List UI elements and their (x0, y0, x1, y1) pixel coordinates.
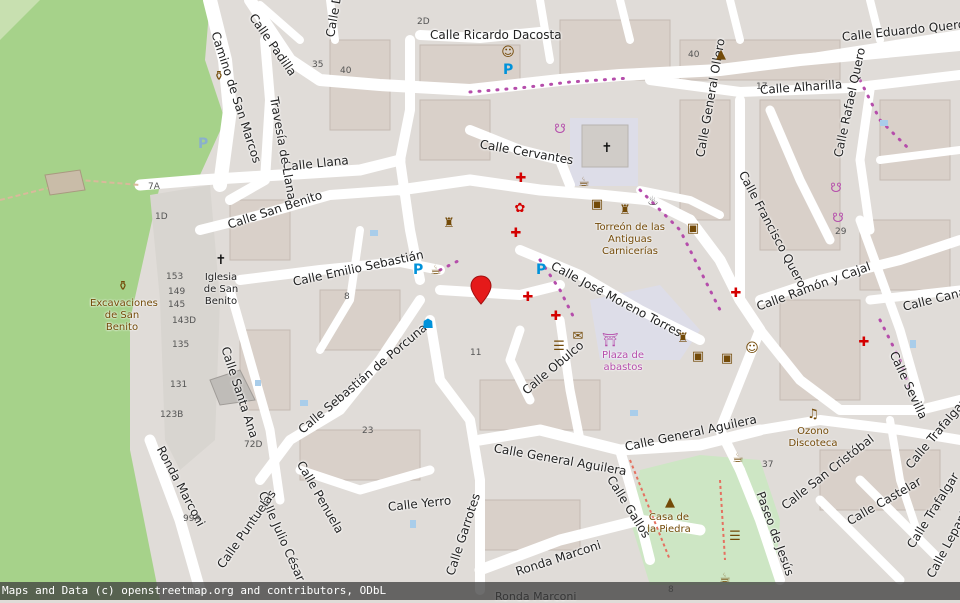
house-number: 135 (172, 340, 190, 350)
amphora-icon[interactable]: ⚱ (211, 68, 227, 84)
music-icon[interactable]: ♫ (805, 406, 821, 422)
house-number: 7A (148, 182, 160, 192)
castle-icon[interactable]: ♜ (675, 330, 691, 346)
shop-icon[interactable]: ☋ (828, 180, 844, 196)
house-number: 17 (756, 82, 768, 92)
pharmacy-icon[interactable]: ✚ (508, 225, 524, 241)
map-attribution: Maps and Data (c) openstreetmap.org and … (0, 582, 960, 600)
house-number: 37 (762, 460, 774, 470)
parking-icon[interactable]: P (198, 136, 208, 152)
theatre-icon[interactable]: ☺ (500, 44, 516, 60)
poi-torreon-label[interactable]: Torreón de las Antiguas Carnicerías (588, 222, 672, 258)
bank-icon[interactable]: ▣ (685, 220, 701, 236)
house-number: 131 (170, 380, 188, 390)
poi-ozono-label[interactable]: Ozono Discoteca (788, 426, 838, 450)
parking-icon[interactable]: P (536, 262, 546, 278)
house-number: 23 (362, 426, 374, 436)
pharmacy-icon[interactable]: ✚ (513, 170, 529, 186)
house-number: 99A (183, 514, 201, 524)
house-number: 72D (244, 440, 263, 450)
house-number: 123B (160, 410, 184, 420)
house-number: 143D (172, 316, 197, 326)
street-label-ricardo-dacosta: Calle Ricardo Dacosta (430, 28, 562, 42)
pharmacy-icon[interactable]: ✚ (520, 289, 536, 305)
castle-icon[interactable]: ♜ (441, 215, 457, 231)
pharmacy-icon[interactable]: ✚ (856, 334, 872, 350)
museum-icon[interactable]: ♨ (645, 193, 661, 209)
cafe-icon[interactable]: ☕ (576, 174, 592, 190)
poi-iglesia-label[interactable]: Iglesia de San Benito (200, 272, 242, 308)
library-icon[interactable]: ☰ (551, 338, 567, 354)
castle-icon[interactable]: ♜ (617, 202, 633, 218)
house-number: 149 (168, 287, 186, 297)
monument-icon[interactable]: ▲ (713, 46, 729, 62)
poi-plaza-abastos-label[interactable]: Plaza de abastos (600, 350, 646, 374)
house-number: 145 (168, 300, 186, 310)
parking-icon[interactable]: P (413, 262, 423, 278)
bank-icon[interactable]: ▣ (719, 350, 735, 366)
post-office-icon[interactable]: ✉ (570, 328, 586, 344)
shop-icon[interactable]: ☋ (830, 210, 846, 226)
market-icon[interactable]: ⛩ (602, 332, 619, 348)
parking-icon[interactable]: P (503, 62, 513, 78)
library-icon[interactable]: ☰ (727, 528, 743, 544)
location-marker-icon[interactable] (470, 275, 492, 305)
cafe-icon[interactable]: ☕ (730, 450, 746, 466)
veterinary-icon[interactable]: ✿ (512, 200, 528, 216)
house-number: 29 (835, 227, 847, 237)
house-number: 1D (155, 212, 168, 222)
police-icon[interactable]: ☗ (420, 316, 436, 332)
monument-icon[interactable]: ▲ (662, 494, 678, 510)
church-icon[interactable]: ✝ (213, 252, 229, 268)
shop-icon[interactable]: ☋ (552, 121, 568, 137)
house-number: 35 (312, 60, 324, 70)
house-number: 8 (344, 292, 350, 302)
pharmacy-icon[interactable]: ✚ (728, 285, 744, 301)
bank-icon[interactable]: ▣ (589, 196, 605, 212)
poi-casa-piedra-label[interactable]: Casa de la Piedra (645, 512, 693, 536)
church-icon[interactable]: ✝ (599, 140, 615, 156)
house-number: 40 (340, 66, 352, 76)
pharmacy-icon[interactable]: ✚ (548, 308, 564, 324)
amphora-icon[interactable]: ⚱ (115, 278, 131, 294)
theatre-icon[interactable]: ☺ (744, 340, 760, 356)
cafe-icon[interactable]: ☕ (428, 262, 444, 278)
house-number: 153 (166, 272, 184, 282)
bank-icon[interactable]: ▣ (690, 348, 706, 364)
poi-excavaciones-label[interactable]: Excavaciones de San Benito (90, 298, 158, 334)
house-number: 2D (417, 17, 430, 27)
house-number: 11 (470, 348, 482, 358)
house-number: 40 (688, 50, 700, 60)
